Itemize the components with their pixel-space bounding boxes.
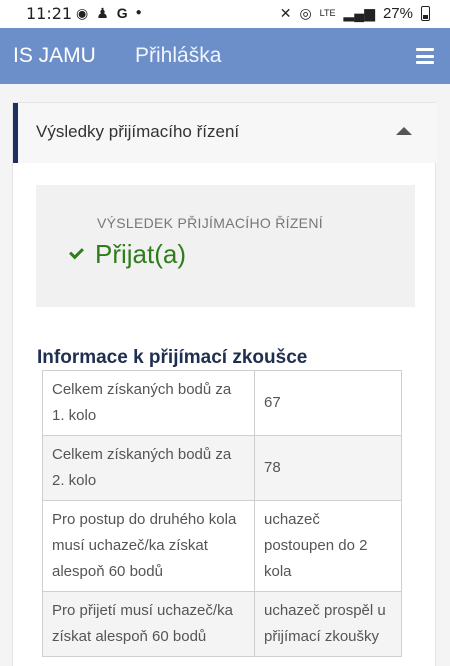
accordion-header[interactable]: Výsledky přijímacího řízení <box>13 103 437 163</box>
checkmark-icon <box>69 244 84 260</box>
exam-info-table: Celkem získaných bodů za 1. kolo 67 Celk… <box>42 370 402 657</box>
table-row: Celkem získaných bodů za 1. kolo 67 <box>42 370 402 436</box>
table-cell-value: uchazeč prospěl u přijímací zkoušky <box>254 591 402 657</box>
app-bar: IS JAMU Přihláška <box>0 28 450 84</box>
app-brand[interactable]: IS JAMU <box>13 44 96 68</box>
exam-info-title: Informace k přijímací zkoušce <box>37 347 308 368</box>
status-right-icons: ✕ ◎ LTE ▂▄▆ 27% <box>280 4 430 22</box>
table-row: Pro postup do druhého kola musí uchazeč/… <box>42 500 402 592</box>
accordion-title: Výsledky přijímacího řízení <box>36 122 240 141</box>
battery-percent: 27% <box>382 4 413 22</box>
table-cell-key: Pro přijetí musí uchazeč/ka získat alesp… <box>42 591 255 657</box>
admission-result-box: VÝSLEDEK PŘIJÍMACÍHO ŘÍZENÍ Přijat(a) <box>36 185 415 307</box>
status-time: 11:21 <box>26 4 73 23</box>
table-cell-key: Pro postup do druhého kola musí uchazeč/… <box>42 500 255 592</box>
content-area: Výsledky přijímacího řízení VÝSLEDEK PŘI… <box>0 84 450 666</box>
table-cell-value: 67 <box>254 370 402 436</box>
signal-icon: ▂▄▆ <box>343 5 375 21</box>
table-cell-value: 78 <box>254 435 402 501</box>
hotspot-icon: ◎ <box>299 5 312 21</box>
result-label: VÝSLEDEK PŘIJÍMACÍHO ŘÍZENÍ <box>97 215 323 231</box>
mute-icon: ✕ <box>279 5 292 21</box>
caret-up-icon[interactable] <box>396 127 412 135</box>
dot-icon: ● <box>135 7 142 18</box>
table-row: Pro přijetí musí uchazeč/ka získat alesp… <box>42 591 402 657</box>
result-value: Přijat(a) <box>95 239 187 269</box>
notification-icon: ♟ <box>96 5 109 21</box>
table-cell-value: uchazeč postoupen do 2 kola <box>254 500 402 592</box>
status-bar: 11:21 ◉ ♟ G ● ✕ ◎ LTE ▂▄▆ 27% <box>0 0 450 28</box>
table-cell-key: Celkem získaných bodů za 2. kolo <box>42 435 255 501</box>
table-cell-key: Celkem získaných bodů za 1. kolo <box>42 370 255 436</box>
page-title: Přihláška <box>135 44 222 67</box>
lte-icon: LTE <box>319 8 336 18</box>
hamburger-menu-icon[interactable] <box>416 48 434 64</box>
battery-icon <box>421 5 430 21</box>
status-left-icons: ◉ ♟ G ● <box>76 4 142 22</box>
spotify-icon: ◉ <box>76 5 89 21</box>
table-row: Celkem získaných bodů za 2. kolo 78 <box>42 435 402 501</box>
google-icon: G <box>116 5 128 21</box>
